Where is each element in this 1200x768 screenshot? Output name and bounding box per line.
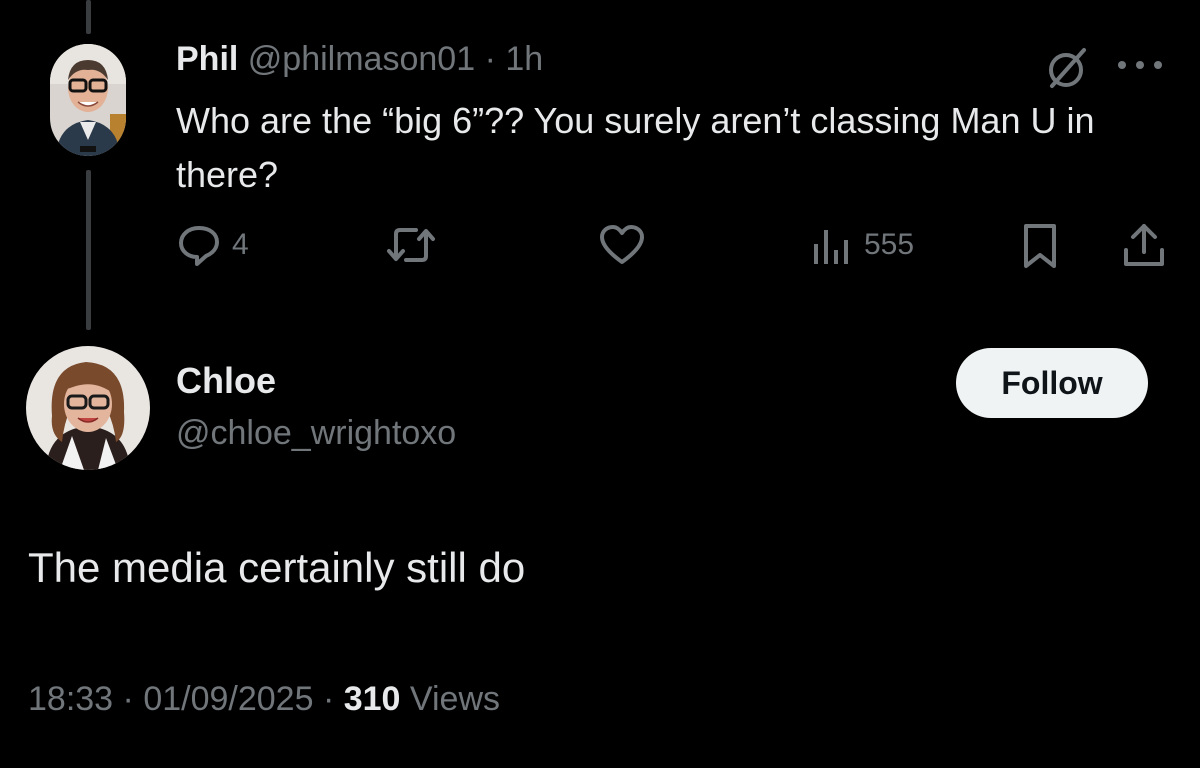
reply-author-handle[interactable]: @philmason01 [248,40,475,78]
views-count: 555 [864,228,915,261]
repost-icon [387,228,435,262]
thread-line-top [86,0,91,34]
tweet-time[interactable]: 18:33 [28,680,113,718]
share-button[interactable] [1120,220,1168,270]
share-icon [1124,224,1164,266]
reply-count: 4 [232,228,249,261]
avatar-chloe[interactable] [26,346,150,470]
bookmark-icon [1024,224,1056,268]
repost-button[interactable] [384,222,438,268]
reply-text: Who are the “big 6”?? You surely aren’t … [176,100,1095,195]
grok-icon[interactable] [1044,46,1090,97]
tweet-text: The media certainly still do [28,544,526,591]
like-button[interactable] [598,222,646,268]
tweet-author-handle[interactable]: @chloe_wrightoxo [176,414,456,453]
tweet-date[interactable]: 01/09/2025 [143,680,313,718]
tweet-author-name[interactable]: Chloe [176,360,276,402]
tweet-views-count: 310 [343,680,401,718]
reply-header: Phil @philmason01 · 1h [176,40,543,79]
meta-separator-2: · [322,680,335,718]
bookmark-button[interactable] [1020,222,1060,270]
reply-time[interactable]: 1h [505,40,543,78]
reply-author-name[interactable]: Phil [176,40,238,78]
reply-button[interactable]: 4 [176,222,249,268]
reply-action-bar: 4 555 [0,218,1200,274]
reply-icon [179,226,219,266]
avatar-chloe-image [26,346,150,470]
avatar-phil[interactable] [50,44,126,156]
reply-separator: · [484,40,496,78]
more-icon[interactable] [1112,52,1168,83]
views-button[interactable]: 555 [810,222,914,268]
meta-separator-1: · [122,680,134,718]
heart-icon [600,225,644,264]
tweet-meta: 18:33 · 01/09/2025 · 310 Views [28,680,500,719]
avatar-phil-image [50,44,126,156]
tweet-views-label: Views [409,680,501,718]
follow-button[interactable]: Follow [956,348,1148,418]
views-icon [814,230,848,264]
